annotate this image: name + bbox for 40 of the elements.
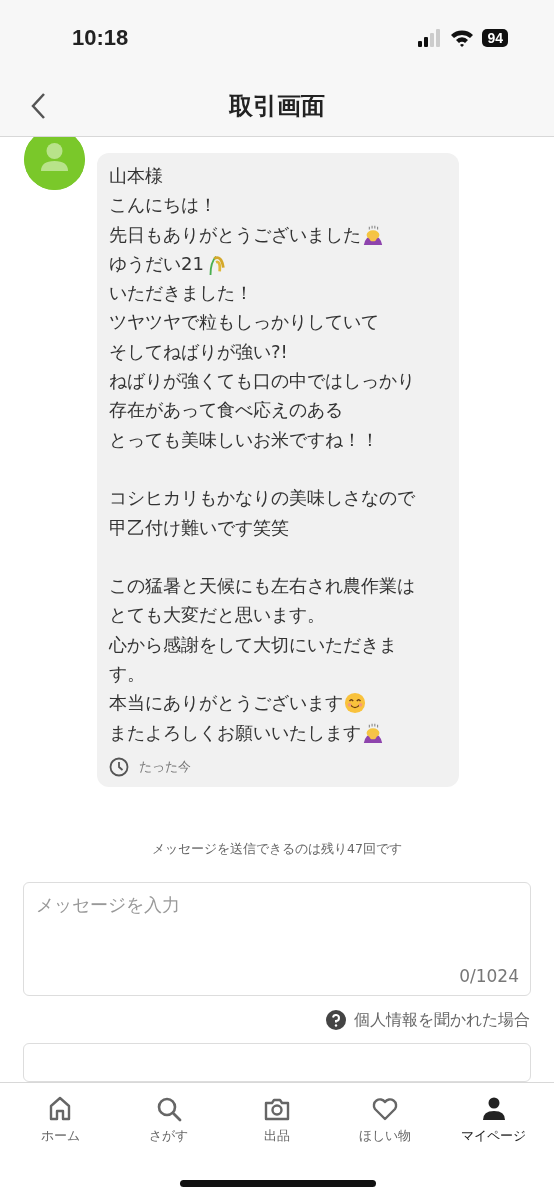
tab-bar-item[interactable]: マイページ: [439, 1083, 549, 1200]
message-line: す。: [109, 662, 145, 687]
personal-info-help-link[interactable]: 個人情報を聞かれた場合: [354, 1009, 530, 1031]
message-line: コシヒカリもかなりの美味しさなので: [109, 486, 415, 511]
wifi-icon: [450, 28, 475, 47]
back-button[interactable]: [30, 91, 48, 121]
remaining-messages-notice: メッセージを送信できるのは残り47回です: [151, 840, 403, 858]
bowing-person-emoji-icon: [362, 721, 384, 744]
bowing-person-emoji-icon: [362, 223, 384, 246]
message-line: ツヤツヤで粒もしっかりしていて: [109, 310, 379, 335]
message-line: こんにちは！: [109, 193, 217, 218]
message-line: 山本様: [109, 164, 163, 188]
screen-title: 取引画面: [229, 90, 325, 122]
message-line: そしてねばりが強い?!: [109, 339, 288, 364]
message-line: 甲乙付け難いです笑笑: [109, 515, 289, 540]
message-line: またよろしくお願いいたします: [109, 720, 361, 745]
avatar-icon: [24, 137, 85, 190]
message-line: この猛暑と天候にも左右され農作業は: [109, 574, 415, 599]
heart-icon: [371, 1095, 400, 1123]
signal-icon: [418, 28, 443, 47]
message-line: 心から感謝をして大切にいただきま: [109, 632, 397, 657]
tab-bar-item[interactable]: 出品: [222, 1083, 332, 1200]
message-time: たった今: [139, 757, 191, 776]
battery-level: 94: [482, 28, 508, 47]
character-counter: 0/1024: [459, 965, 519, 986]
tab-bar-item[interactable]: ホーム: [6, 1083, 115, 1200]
smiling-face-emoji-icon: [344, 692, 366, 714]
message-line: ねばりが強くても口の中ではしっかり: [109, 369, 415, 394]
tab-bar-item[interactable]: ほしい物: [331, 1083, 440, 1200]
message-line: いただきました！: [109, 281, 253, 306]
message-line: ゆうだい21: [109, 251, 204, 276]
message-line: とっても美味しいお米ですね！！: [109, 427, 379, 452]
clock-icon: [109, 756, 129, 777]
message-line: とても大変だと思います。: [109, 603, 325, 628]
status-time: 10:18: [72, 24, 129, 51]
message-line: 存在があって食べ応えのある: [109, 398, 343, 423]
message-line: 本当にありがとうございます: [109, 691, 343, 716]
message-line: 先日もありがとうございました: [109, 222, 361, 247]
tab-bar-item[interactable]: さがす: [114, 1083, 223, 1200]
help-icon: [326, 1010, 346, 1031]
